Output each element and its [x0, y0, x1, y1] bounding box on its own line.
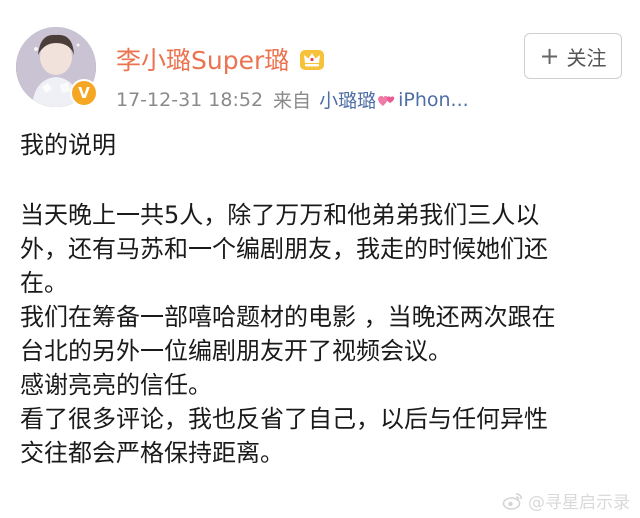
post-text-line: 感谢亮亮的信任。: [20, 371, 212, 399]
watermark: @寻星启示录: [502, 488, 630, 513]
post-text-line: 台北的另外一位编剧朋友开了视频会议。: [20, 337, 452, 365]
weibo-icon: [502, 492, 523, 510]
post-text-line: 我们在筹备一部嘻哈题材的电影 ，当晚还两次跟在: [20, 303, 556, 331]
watermark-text: @寻星启示录: [528, 493, 630, 513]
follow-button[interactable]: + 关注: [524, 33, 622, 79]
follow-button-label: 关注: [566, 45, 607, 70]
author-name[interactable]: 李小璐Super璐: [116, 41, 289, 77]
from-label: 来自: [273, 90, 312, 112]
post-text-line: 交往都会严格保持距离。: [20, 439, 284, 467]
post-text-line: 看了很多评论，我也反省了自己，以后与任何异性: [20, 405, 548, 433]
plus-icon: +: [539, 42, 560, 70]
post-text-line: 外，还有马苏和一个编剧朋友，我走的时候她们还: [20, 235, 548, 263]
author-name-row: 李小璐Super璐: [116, 42, 325, 76]
post-text-line: 当天晚上一共5人，除了万万和他弟弟我们三人以: [20, 201, 540, 229]
post-meta: 17-12-31 18:52 来自 小璐璐 iPhon...: [116, 86, 469, 113]
crown-vip-icon[interactable]: [299, 46, 325, 72]
author-avatar[interactable]: V: [16, 27, 98, 107]
post-timestamp[interactable]: 17-12-31 18:52: [116, 89, 263, 111]
hearts-icon: [378, 95, 395, 106]
post-text-line: 在。: [20, 269, 68, 297]
post-heading: 我的说明: [20, 131, 116, 159]
source-link[interactable]: 小璐璐: [319, 86, 376, 113]
post-content: 我的说明 当天晚上一共5人，除了万万和他弟弟我们三人以 外，还有马苏和一个编剧朋…: [20, 128, 630, 470]
source-device[interactable]: iPhon...: [398, 89, 469, 111]
verified-v-icon: V: [70, 79, 98, 107]
weibo-post: V 李小璐Super璐 17-12-31 18:52 来自 小璐璐 iPhon.…: [0, 0, 640, 518]
